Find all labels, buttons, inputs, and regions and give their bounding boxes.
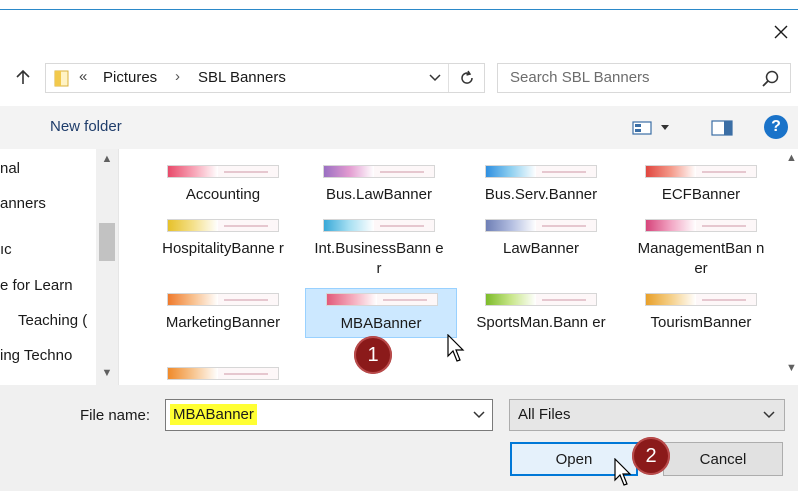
nav-item[interactable]: anners <box>0 195 46 212</box>
file-thumbnail <box>323 219 435 232</box>
file-item[interactable]: Bus.Serv.Banner <box>465 163 617 207</box>
navigation-scrollbar[interactable]: ▲ ▼ <box>96 149 118 385</box>
chevron-down-icon <box>429 74 441 82</box>
window-top-border <box>0 9 798 10</box>
address-dropdown-button[interactable] <box>426 68 444 88</box>
preview-pane-button[interactable] <box>708 117 736 139</box>
address-bar[interactable]: « Pictures › SBL Banners <box>45 63 485 93</box>
file-thumbnail <box>485 293 597 306</box>
arrow-up-icon <box>16 69 30 84</box>
chevron-down-icon <box>473 411 485 419</box>
file-label: ManagementBan ner <box>637 240 765 277</box>
up-one-level-button[interactable] <box>10 64 36 90</box>
file-item-selected[interactable]: MBABanner <box>305 288 457 338</box>
mouse-pointer-icon <box>614 458 632 486</box>
file-item[interactable]: SportsMan.Bann er <box>465 291 617 355</box>
address-overflow[interactable]: « <box>79 68 87 85</box>
file-label: MarketingBanner <box>165 314 281 331</box>
file-label: ECFBanner <box>661 186 741 203</box>
mouse-pointer-icon <box>447 334 465 362</box>
caret-down-icon <box>661 125 669 130</box>
file-item[interactable]: MarketingBanner <box>147 291 299 335</box>
file-thumbnail <box>645 165 757 178</box>
view-icon <box>632 121 652 135</box>
file-label: TourismBanner <box>650 314 752 331</box>
file-item[interactable]: HospitalityBanne r <box>147 217 299 281</box>
close-icon <box>774 25 788 39</box>
nav-item[interactable]: nal <box>0 160 20 177</box>
scroll-down-icon[interactable]: ▼ <box>96 363 118 383</box>
help-icon: ? <box>771 118 781 135</box>
close-button[interactable] <box>766 18 796 46</box>
nav-item[interactable]: ing Techno <box>0 347 72 364</box>
chevron-down-icon <box>763 411 775 419</box>
search-placeholder: Search SBL Banners <box>510 69 650 86</box>
scroll-up-icon[interactable]: ▲ <box>786 152 798 166</box>
breadcrumb-pictures[interactable]: Pictures <box>103 69 157 86</box>
dialog-footer: File name: MBABanner All Files Open Canc… <box>0 385 798 491</box>
breadcrumb-separator[interactable]: › <box>175 68 180 85</box>
scrollbar-thumb[interactable] <box>99 223 115 261</box>
breadcrumb-sbl-banners[interactable]: SBL Banners <box>198 69 286 86</box>
file-label: Int.BusinessBann er <box>314 240 444 277</box>
file-label: HospitalityBanne r <box>162 240 284 257</box>
file-name-input[interactable]: MBABanner <box>165 399 493 431</box>
file-type-value: All Files <box>518 406 571 423</box>
nav-item[interactable]: ıc <box>0 241 12 258</box>
file-thumbnail <box>485 165 597 178</box>
file-thumbnail <box>167 293 279 306</box>
new-folder-button[interactable]: New folder <box>50 118 122 135</box>
file-name-dropdown-button[interactable] <box>470 406 488 424</box>
file-thumbnail <box>485 219 597 232</box>
file-label: LawBanner <box>503 240 579 257</box>
file-label: SportsMan.Bann er <box>476 314 606 331</box>
file-label: Bus.Serv.Banner <box>484 186 598 203</box>
file-type-dropdown-button[interactable] <box>760 406 778 424</box>
file-label: Accounting <box>185 186 261 203</box>
file-thumbnail <box>167 165 279 178</box>
cancel-button[interactable]: Cancel <box>663 442 783 476</box>
file-type-select[interactable]: All Files <box>509 399 785 431</box>
file-thumbnail <box>326 293 438 306</box>
scroll-up-icon[interactable]: ▲ <box>96 149 118 169</box>
file-label: Bus.LawBanner <box>326 186 432 203</box>
nav-item[interactable]: e for Learn <box>0 277 73 294</box>
scroll-down-icon[interactable]: ▼ <box>786 362 798 376</box>
file-item[interactable]: LawBanner <box>465 217 617 281</box>
file-item[interactable]: Int.BusinessBann er <box>303 217 455 281</box>
step-badge-2: 2 <box>632 437 670 475</box>
file-name-value[interactable]: MBABanner <box>170 404 257 425</box>
folder-icon <box>54 70 69 87</box>
file-item[interactable] <box>147 365 299 385</box>
file-thumbnail <box>167 367 279 380</box>
preview-pane-icon <box>711 120 733 136</box>
file-item[interactable]: ECFBanner <box>625 163 777 207</box>
search-icon[interactable] <box>760 69 780 89</box>
file-item[interactable]: Accounting <box>147 163 299 207</box>
file-label: MBABanner <box>340 315 422 332</box>
file-thumbnail <box>323 165 435 178</box>
file-item[interactable]: TourismBanner <box>625 291 777 335</box>
file-item[interactable]: Bus.LawBanner <box>303 163 455 207</box>
refresh-icon <box>460 70 473 84</box>
command-toolbar: New folder ? <box>0 106 798 149</box>
file-item[interactable]: ManagementBan ner <box>625 217 777 281</box>
file-name-label: File name: <box>80 407 151 424</box>
step-badge-1: 1 <box>354 336 392 374</box>
file-thumbnail <box>645 219 757 232</box>
nav-item[interactable]: Teaching ( <box>18 312 87 329</box>
file-thumbnail <box>645 293 757 306</box>
change-view-button[interactable] <box>632 117 686 139</box>
file-thumbnail <box>167 219 279 232</box>
help-button[interactable]: ? <box>764 115 788 139</box>
search-input[interactable]: Search SBL Banners <box>497 63 791 93</box>
refresh-button[interactable] <box>448 64 484 92</box>
